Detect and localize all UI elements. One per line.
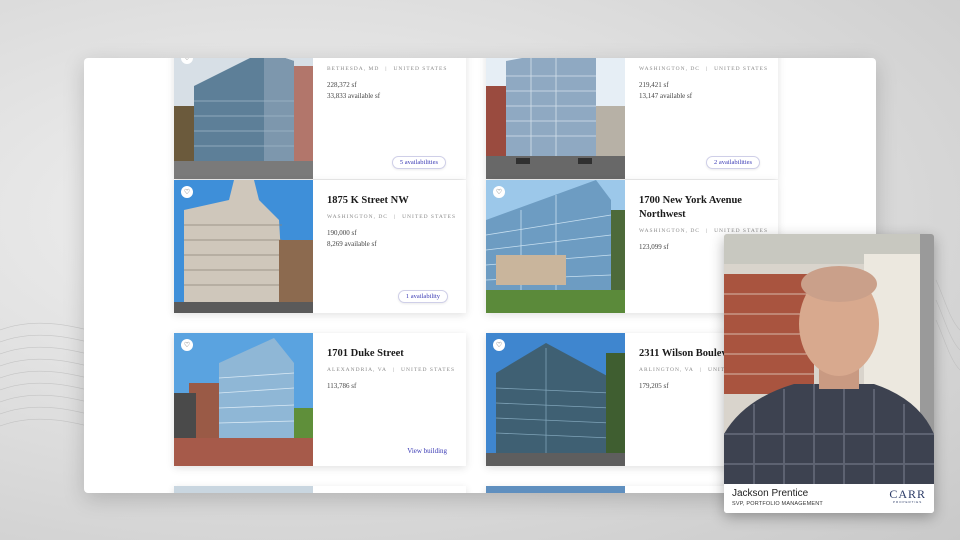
property-card[interactable]: ♡ 1701 Duke Street Alexandria, VA | United… [174,333,466,466]
property-location: Washington, DC | United States [639,66,769,72]
property-title[interactable]: 1701 Duke Street [327,347,455,361]
property-title[interactable]: 1700 New York Avenue Northwest [639,194,768,222]
building-photo[interactable]: ♡ [174,180,313,313]
property-card[interactable]: ♡ 1875 K Street NW Washington, DC | United… [174,180,466,313]
property-card[interactable]: ♡ Bethesda, MD | United States 228,372 sf … [174,58,466,179]
property-card[interactable] [174,486,466,493]
carr-logo: CARR PROPERTIES [889,487,926,504]
view-building-link[interactable]: View building [407,447,447,455]
building-photo[interactable]: ♡ [174,58,313,179]
building-photo[interactable]: ♡ [486,333,625,466]
property-location: Alexandria, VA | United States [327,367,456,373]
property-square-footage: 113,786 sf [327,382,357,390]
availabilities-button[interactable]: 1 availability [397,290,449,303]
presenter-camera-image [724,234,934,484]
presenter-nameplate: Jackson Prentice SVP, PORTFOLIO MANAGEME… [724,484,934,513]
building-photo[interactable] [486,486,625,493]
heart-icon[interactable]: ♡ [181,186,193,198]
building-photo[interactable]: ♡ [174,333,313,466]
property-location: Bethesda, MD | United States [327,66,448,72]
property-card[interactable]: Washington, DC | United States 219,421 sf … [486,58,778,179]
heart-icon[interactable]: ♡ [493,186,505,198]
building-photo[interactable] [174,486,313,493]
building-photo[interactable]: ♡ [486,180,625,313]
property-location: Washington, DC | United States [327,214,457,220]
property-title[interactable]: 1875 K Street NW [327,194,456,208]
availabilities-button[interactable]: 5 availabilities [391,156,446,169]
property-square-footage: 190,000 sf 8,269 available sf [327,229,377,248]
heart-icon[interactable]: ♡ [493,339,505,351]
property-square-footage: 219,421 sf 13,147 available sf [639,81,693,100]
presenter-video-feed: Jackson Prentice SVP, PORTFOLIO MANAGEME… [724,234,934,513]
property-square-footage: 228,372 sf 33,833 available sf [327,81,381,100]
heart-icon[interactable]: ♡ [181,339,193,351]
availabilities-button[interactable]: 2 availabilities [705,156,761,169]
building-photo[interactable] [486,58,625,179]
